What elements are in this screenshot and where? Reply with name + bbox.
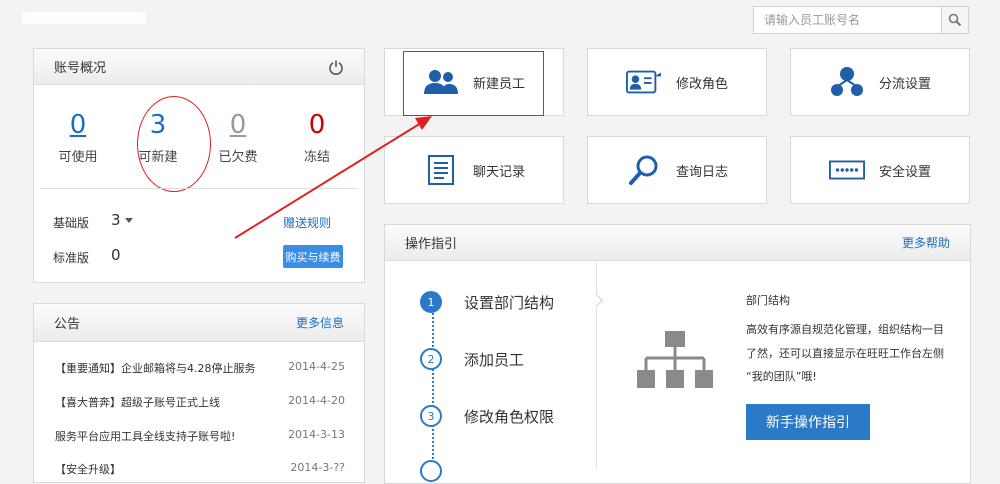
- guide-title: 操作指引: [405, 237, 458, 252]
- notice-item[interactable]: 服务平台应用工具全线支持子账号啦! 2014-3-13: [55, 428, 345, 444]
- detail-text-line-1: 高效有序源自规范化管理，组织结构一目: [746, 323, 944, 336]
- notice-text: 【重要通知】企业邮箱将与4.28停止服务: [55, 362, 256, 375]
- novice-guide-button[interactable]: 新手操作指引: [746, 404, 870, 440]
- brand-placeholder: [22, 12, 146, 24]
- more-help-link[interactable]: 更多帮助: [902, 234, 950, 251]
- notice-item[interactable]: 【重要通知】企业邮箱将与4.28停止服务 2014-4-25: [55, 360, 345, 376]
- guide-header: 操作指引 更多帮助: [385, 225, 970, 261]
- notice-date: 2014-4-25: [288, 360, 345, 373]
- guide-step[interactable]: 3 修改角色权限: [420, 405, 554, 427]
- power-icon[interactable]: [328, 59, 344, 75]
- step-label: 设置部门结构: [464, 293, 555, 312]
- steps-connector: [432, 305, 434, 475]
- notice-date: 2014-4-20: [288, 394, 345, 407]
- step-number: 3: [420, 405, 442, 427]
- detail-text-line-3: “我的团队”哦!: [746, 370, 817, 383]
- tile-distribution-settings[interactable]: 分流设置: [790, 48, 970, 116]
- search-icon: [948, 13, 962, 27]
- notice-text: 【喜大普奔】超级子账号正式上线: [55, 396, 220, 409]
- org-chart-icon: [637, 331, 713, 388]
- tile-security-settings[interactable]: 安全设置: [790, 136, 970, 204]
- magnifier-icon: [626, 155, 662, 185]
- detail-title: 部门结构: [746, 294, 790, 307]
- notice-header: 公告 更多信息: [34, 304, 364, 342]
- basic-edition-value: 3: [111, 211, 121, 229]
- tile-label: 修改角色: [675, 76, 728, 92]
- highlight-ellipse: [137, 96, 211, 192]
- more-info-link[interactable]: 更多信息: [296, 314, 344, 331]
- tile-modify-role[interactable]: 修改角色: [587, 48, 767, 116]
- tile-label: 聊天记录: [472, 164, 525, 180]
- employee-search: [753, 6, 969, 34]
- notice-date: 2014-3-??: [290, 461, 345, 474]
- guide-step[interactable]: 2 添加员工: [420, 348, 524, 370]
- caret-down-icon: [124, 217, 133, 223]
- tile-label: 查询日志: [675, 164, 728, 180]
- step-label: 修改角色权限: [464, 407, 555, 426]
- step-number: 2: [420, 348, 442, 370]
- tile-label: 安全设置: [878, 164, 931, 180]
- search-input[interactable]: [754, 7, 958, 33]
- stat-available[interactable]: 0 可使用: [43, 110, 113, 165]
- detail-text-line-2: 了然，还可以直接显示在旺旺工作台左侧: [746, 347, 944, 360]
- notice-text: 【安全升级】: [55, 463, 121, 476]
- standard-edition-label: 标准版: [53, 251, 90, 265]
- buy-renew-button[interactable]: 购买与续费: [283, 245, 343, 268]
- step-partial: [420, 460, 442, 482]
- account-overview-header: 账号概况: [34, 49, 364, 85]
- highlight-box: [403, 51, 544, 116]
- basic-edition-select[interactable]: 3: [111, 211, 133, 229]
- step-label: 添加员工: [464, 350, 525, 369]
- search-button[interactable]: [941, 7, 968, 33]
- account-overview-title: 账号概况: [54, 61, 107, 76]
- distribution-icon: [829, 67, 865, 97]
- password-icon: [828, 155, 865, 185]
- notice-title: 公告: [54, 317, 81, 332]
- tile-label: 分流设置: [878, 76, 931, 92]
- notice-date: 2014-3-13: [288, 428, 345, 441]
- id-card-icon: [625, 67, 662, 97]
- notice-text: 服务平台应用工具全线支持子账号啦!: [55, 430, 236, 443]
- standard-edition-value: 0: [111, 246, 121, 264]
- basic-edition-label: 基础版: [53, 216, 90, 230]
- notice-item[interactable]: 【喜大普奔】超级子账号正式上线 2014-4-20: [55, 394, 345, 410]
- guide-step[interactable]: 1 设置部门结构: [420, 291, 554, 313]
- step-number: 1: [420, 291, 442, 313]
- notice-item[interactable]: 【安全升级】 2014-3-??: [55, 461, 345, 477]
- notice-panel: 公告 更多信息: [33, 303, 365, 483]
- stat-available-value: 0: [69, 110, 87, 140]
- stat-available-label: 可使用: [58, 150, 98, 165]
- tile-query-log[interactable]: 查询日志: [587, 136, 767, 204]
